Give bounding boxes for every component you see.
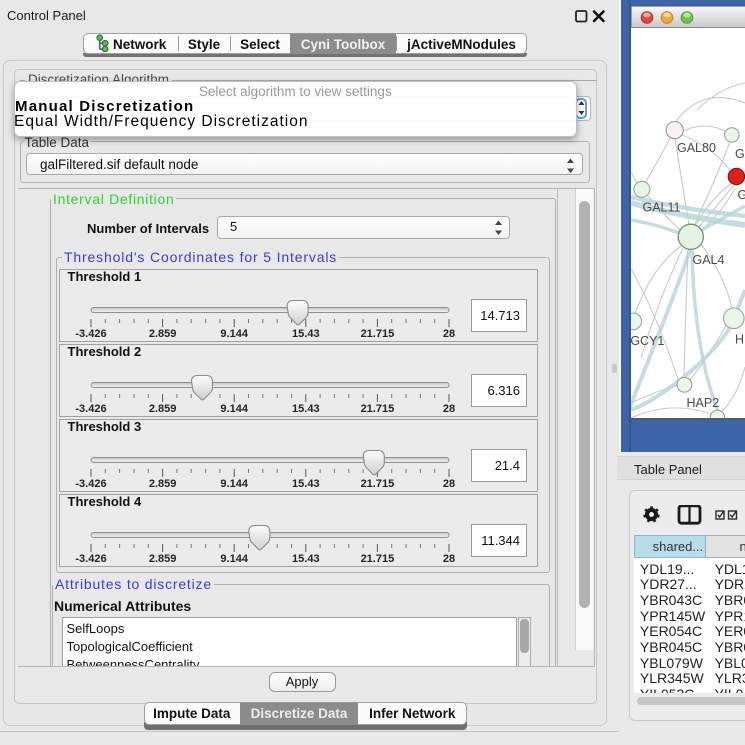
svg-text:28: 28	[442, 478, 454, 490]
svg-text:28: 28	[442, 553, 454, 565]
svg-text:9.144: 9.144	[220, 328, 248, 340]
svg-text:21.715: 21.715	[360, 328, 394, 340]
svg-text:HAP2: HAP2	[687, 396, 720, 410]
svg-text:21.715: 21.715	[360, 478, 394, 490]
svg-text:GA: GA	[735, 147, 745, 161]
svg-text:9.144: 9.144	[220, 553, 248, 565]
svg-text:-3.426: -3.426	[75, 403, 106, 415]
svg-text:GAL80: GAL80	[677, 141, 716, 155]
svg-text:2.859: 2.859	[148, 553, 176, 565]
svg-text:2.859: 2.859	[148, 403, 176, 415]
svg-text:15.43: 15.43	[292, 328, 320, 340]
svg-text:9.144: 9.144	[220, 403, 248, 415]
svg-text:28: 28	[442, 328, 454, 340]
svg-text:28: 28	[442, 403, 454, 415]
svg-text:-3.426: -3.426	[75, 553, 106, 565]
svg-text:21.715: 21.715	[360, 553, 394, 565]
svg-text:15.43: 15.43	[292, 403, 320, 415]
svg-text:15.43: 15.43	[292, 553, 320, 565]
svg-text:GAL4: GAL4	[693, 253, 725, 267]
svg-text:15.43: 15.43	[292, 478, 320, 490]
svg-text:21.715: 21.715	[360, 403, 394, 415]
svg-text:9.144: 9.144	[220, 478, 248, 490]
svg-text:-3.426: -3.426	[75, 328, 106, 340]
svg-text:2.859: 2.859	[148, 478, 176, 490]
svg-text:GAL11: GAL11	[643, 201, 681, 215]
svg-text:GCY1: GCY1	[631, 334, 664, 348]
svg-text:-3.426: -3.426	[75, 478, 106, 490]
svg-text:H: H	[735, 333, 744, 347]
svg-text:2.859: 2.859	[148, 328, 176, 340]
svg-text:G: G	[738, 188, 745, 202]
